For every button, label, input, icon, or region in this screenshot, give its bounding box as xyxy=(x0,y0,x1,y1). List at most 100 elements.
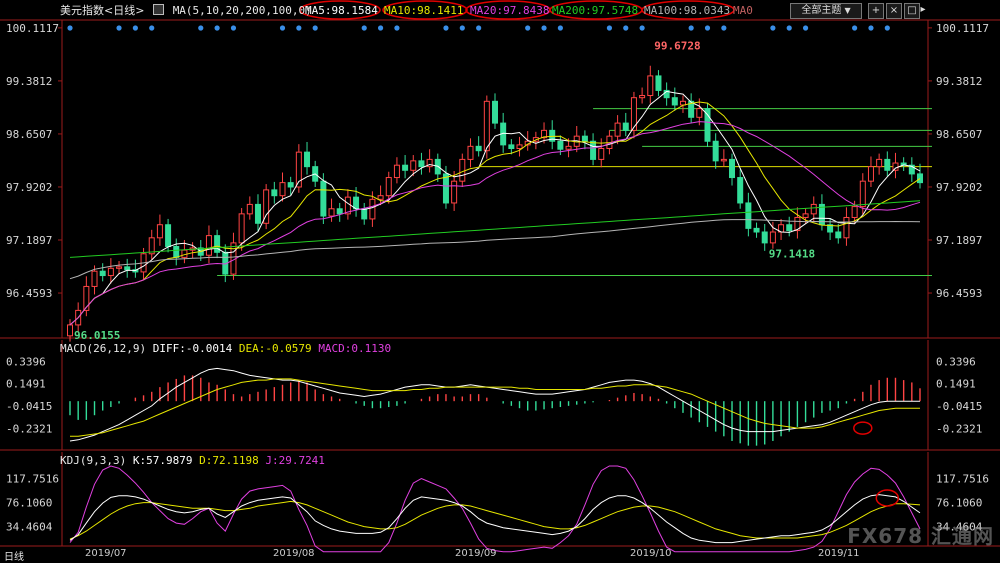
price-tick-label: 100.1117 xyxy=(936,22,989,35)
period-tab[interactable]: 日线 xyxy=(4,548,24,563)
candle-body xyxy=(287,182,294,188)
collapse-button[interactable]: ▸ xyxy=(918,3,928,17)
kdj-name: KDJ(9,3,3) xyxy=(60,454,127,467)
candle-body xyxy=(67,324,73,337)
highlight-ellipse xyxy=(875,489,900,507)
ma10-line xyxy=(69,101,921,326)
close-button[interactable]: × xyxy=(886,3,902,19)
candle-body xyxy=(516,144,523,150)
candle-body xyxy=(622,122,629,131)
ma0-value: MA0 xyxy=(733,4,753,17)
main-theme-dropdown[interactable]: 全部主题 ▼ xyxy=(790,3,862,19)
price-annotation: 97.1418 xyxy=(769,247,815,260)
candle-body xyxy=(492,100,498,124)
candle-body xyxy=(377,195,384,200)
signal-dot xyxy=(443,25,449,31)
ma10-value: MA10:98.1411 xyxy=(384,4,464,17)
candle-body xyxy=(116,266,123,269)
price-tick-label: 97.9202 xyxy=(6,181,52,194)
candle-body xyxy=(598,148,605,160)
candle-body xyxy=(205,235,212,256)
candle-body xyxy=(557,140,564,150)
candle-body xyxy=(655,75,662,91)
ma-params: MA(5,10,20,200,100,0) xyxy=(172,4,312,17)
kdj-k: K:57.9879 xyxy=(132,454,193,467)
candle-body xyxy=(614,122,621,137)
candle-body xyxy=(467,145,474,160)
macd-tick-label: -0.0415 xyxy=(6,400,52,413)
signal-dot xyxy=(852,25,858,31)
add-button[interactable]: + xyxy=(868,3,884,19)
signal-dot xyxy=(116,25,122,31)
signal-dot xyxy=(394,25,400,31)
signal-dot xyxy=(623,25,629,31)
signal-dot xyxy=(312,25,318,31)
main-theme-label: 全部主题 xyxy=(801,5,842,16)
price-tick-label: 100.1117 xyxy=(6,22,59,35)
candle-body xyxy=(712,140,719,162)
kdj-panel[interactable]: 117.7516 117.751676.1060 76.106034.4604 34.… xyxy=(6,465,989,553)
kdj-d: D:72.1198 xyxy=(199,454,259,467)
candle-body xyxy=(729,158,736,179)
price-tick-label: 97.9202 xyxy=(936,181,982,194)
price-tick-label: 99.3812 xyxy=(936,75,982,88)
price-panel[interactable]: 100.1117 100.1117 99.3812 99.3812 98.6507 98.… xyxy=(6,0,989,342)
candle-body xyxy=(590,140,597,160)
price-tick-label: 98.6507 xyxy=(936,128,982,141)
highlight-ellipse xyxy=(853,421,873,435)
candle-body xyxy=(165,224,172,248)
candle-body xyxy=(418,160,425,168)
candle-body xyxy=(810,203,817,215)
candle-body xyxy=(402,164,409,171)
watermark-logo: FX678 汇通网 xyxy=(847,524,994,548)
candle-body xyxy=(442,173,449,204)
kdj-tick-label: 117.7516 xyxy=(6,473,59,486)
chart-root: 100.1117 100.1117 99.3812 99.3812 98.6507 98.… xyxy=(0,0,1000,563)
candle-body xyxy=(867,166,874,182)
kdj-d-line xyxy=(69,500,921,540)
signal-dot xyxy=(214,25,220,31)
signal-dot xyxy=(279,25,286,31)
candle-body xyxy=(761,231,768,244)
candle-body xyxy=(851,206,858,218)
candle-body xyxy=(410,160,417,171)
macd-diff: DIFF:-0.0014 xyxy=(152,342,233,355)
price-tick-label: 97.1897 xyxy=(6,234,52,247)
signal-dot xyxy=(868,25,874,31)
candle-body xyxy=(753,227,760,233)
price-tick-label: 96.4593 xyxy=(936,287,982,300)
macd-tick-label: -0.2321 xyxy=(6,422,52,435)
candle-body xyxy=(720,158,727,162)
macd-diff-line xyxy=(69,367,920,442)
ma5-value: MA5:98.1584 xyxy=(305,4,378,17)
candle-body xyxy=(385,177,392,197)
macd-dea: DEA:-0.0579 xyxy=(238,342,312,355)
macd-panel[interactable]: 0.3396 0.3396 0.1491 0.1491 -0.0415 -0.0415 -0… xyxy=(6,355,982,446)
candle-body xyxy=(451,180,458,204)
settings-icon[interactable] xyxy=(153,4,165,15)
candle-body xyxy=(565,145,572,150)
candle-body xyxy=(859,180,866,208)
kdj-k-line xyxy=(69,494,921,544)
time-label: 2019/07 xyxy=(85,548,127,559)
macd-tick-label: 0.3396 xyxy=(6,355,46,368)
kdj-tick-label: 34.4604 xyxy=(6,520,53,533)
signal-dot xyxy=(361,25,367,31)
signal-dot xyxy=(459,25,465,31)
candle-body xyxy=(475,145,482,152)
time-label: 2019/09 xyxy=(455,548,497,559)
candle-body xyxy=(581,135,588,142)
signal-dot xyxy=(786,25,792,31)
macd-name: MACD(26,12,9) xyxy=(60,342,147,355)
signal-dot xyxy=(198,25,204,31)
candle-body xyxy=(320,180,327,217)
kdj-tick-label: 117.7516 xyxy=(936,473,989,486)
signal-dot xyxy=(606,25,613,31)
signal-dot xyxy=(884,25,890,31)
candle-body xyxy=(737,177,744,204)
signal-dot xyxy=(721,25,727,31)
macd-tick-label: -0.2321 xyxy=(936,422,982,435)
ma200-value: MA200:97.5748 xyxy=(552,4,639,17)
price-tick-label: 97.1897 xyxy=(936,234,982,247)
candle-body xyxy=(238,213,245,244)
